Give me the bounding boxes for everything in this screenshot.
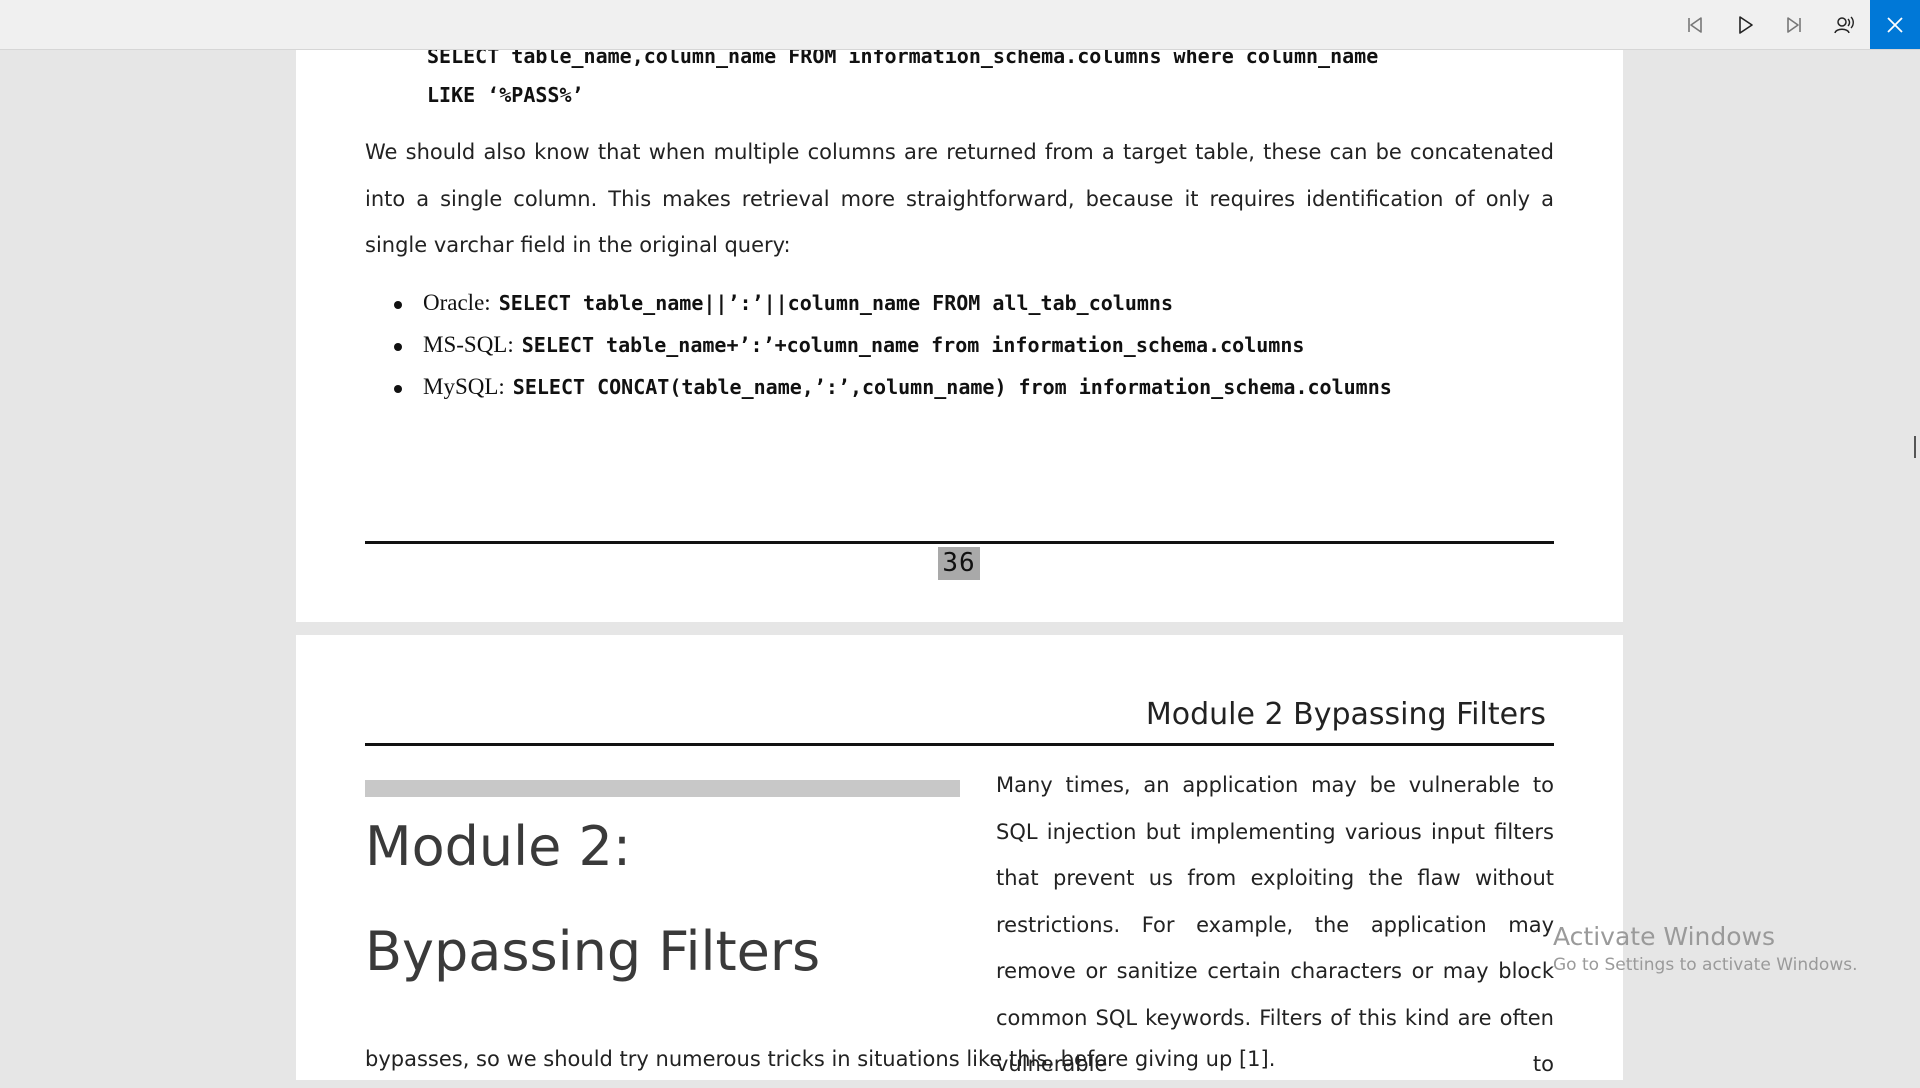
header-divider [365,743,1554,746]
next-button[interactable] [1770,0,1818,49]
intro-paragraph: Many times, an application may be vulner… [996,773,1554,1076]
list-item-mssql: MS-SQL: SELECT table_name+’:’+column_name… [394,324,1392,366]
list-item-code: SELECT table_name+’:’+column_name from i… [521,333,1305,357]
watermark-title: Activate Windows [1553,922,1775,951]
play-button[interactable] [1721,0,1769,49]
page-number: 36 [938,547,980,580]
list-item-mysql: MySQL: SELECT CONCAT(table_name,’:’,colum… [394,366,1392,408]
activate-windows-watermark: Activate Windows Go to Settings to activ… [1553,922,1858,975]
play-icon [1739,15,1753,34]
voice-settings-icon [1834,16,1854,33]
list-item-label: Oracle: [423,290,491,315]
skip-forward-icon [1787,16,1801,33]
body-paragraph: We should also know that when multiple c… [365,140,1554,257]
list-item-oracle: Oracle: SELECT table_name||’:’||column_na… [394,282,1392,324]
document-page-36: SELECT table_name,column_name FROM infor… [296,0,1623,622]
previous-button[interactable] [1671,0,1719,49]
concat-syntax-list: Oracle: SELECT table_name||’:’||column_na… [394,282,1392,408]
watermark-subtitle: Go to Settings to activate Windows. [1553,955,1858,975]
chapter-title-line-2: Bypassing Filters [365,920,821,983]
document-page-37: Module 2 Bypassing Filters Module 2: Byp… [296,635,1623,1080]
footer-divider [365,541,1554,544]
skip-back-icon [1688,16,1702,33]
reader-toolbar [0,0,1920,50]
chapter-title-line-1: Module 2: [365,815,632,878]
list-item-code: SELECT CONCAT(table_name,’:’,column_name… [512,375,1392,399]
voice-settings-button[interactable] [1820,0,1868,49]
close-button[interactable] [1870,0,1920,49]
list-item-label: MS-SQL: [423,332,514,357]
chapter-accent-bar [365,780,960,797]
list-item-code: SELECT table_name||’:’||column_name FROM… [498,291,1173,315]
intro-paragraph-continued: bypasses, so we should try numerous tric… [365,1047,1276,1071]
scrollbar-indicator[interactable] [1914,436,1916,458]
close-icon [1887,16,1903,33]
query-line-2: LIKE ‘%PASS%’ [427,83,584,107]
list-item-label: MySQL: [423,374,505,399]
running-header: Module 2 Bypassing Filters [1145,697,1546,732]
